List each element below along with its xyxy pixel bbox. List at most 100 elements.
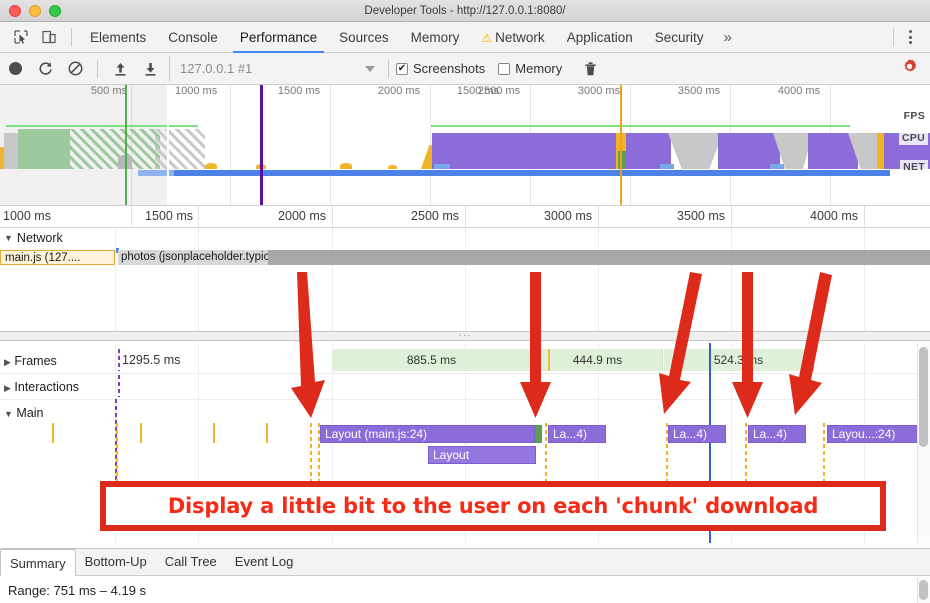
more-tabs-button[interactable]: »	[715, 22, 741, 53]
flame-event-layout-4[interactable]: La...4)	[748, 425, 806, 443]
clear-recording-icon[interactable]	[60, 56, 90, 82]
cpu-bump-loading	[388, 165, 397, 169]
profile-selector[interactable]: 127.0.0.1 #1	[169, 55, 381, 82]
checkbox-box-unchecked[interactable]	[498, 62, 511, 75]
main-marker-orange	[310, 423, 312, 483]
track-row-main[interactable]: ▼ Main	[4, 406, 44, 420]
overview-row-label-net: NET	[900, 160, 928, 174]
timeline-ruler: 1000 ms 1500 ms 2000 ms 2500 ms 3000 ms …	[0, 205, 930, 229]
track-label-frames: Frames	[14, 354, 57, 368]
overview-selection-edge[interactable]	[167, 103, 169, 205]
flame-event-layout-5[interactable]: Layou...:24)	[827, 425, 919, 443]
overview-marker-purple	[260, 85, 263, 205]
screenshots-checkbox[interactable]: Screenshots	[396, 61, 485, 76]
tab-network[interactable]: ⚠ Network	[470, 22, 555, 53]
tab-label: Network	[495, 29, 545, 45]
annotation-arrow-1	[291, 272, 325, 418]
tab-label: Security	[654, 29, 704, 45]
overview-marker-orange	[620, 85, 622, 205]
record-icon[interactable]	[0, 56, 30, 82]
frames-start-marker	[118, 349, 120, 371]
tab-sources[interactable]: Sources	[328, 22, 400, 53]
tab-console[interactable]: Console	[157, 22, 229, 53]
flame-event-layout-child[interactable]: Layout	[428, 446, 536, 464]
cpu-segment-hatched	[70, 129, 160, 169]
tab-elements[interactable]: Elements	[79, 22, 157, 53]
ruler-tick: 1500 ms	[145, 209, 193, 223]
toolbar-divider-2	[388, 59, 389, 78]
annotation-arrow-4	[732, 272, 763, 418]
main-marker-orange	[116, 423, 118, 483]
ruler-tick: 2500 ms	[411, 209, 459, 223]
network-request-main-js[interactable]: main.js (127....	[0, 250, 115, 265]
overview-row-label-fps: FPS	[900, 109, 928, 123]
summary-scrollbar-thumb[interactable]	[919, 580, 928, 600]
window-title: Developer Tools - http://127.0.0.1:8080/	[364, 4, 566, 17]
track-label-interactions: Interactions	[14, 380, 80, 394]
flame-scrollbar-thumb[interactable]	[919, 347, 928, 447]
flame-event-paint[interactable]	[535, 425, 542, 443]
overview-tick-3500: 3500 ms	[677, 85, 721, 97]
tab-event-log[interactable]: Event Log	[226, 548, 303, 575]
overview-tick-2000: 2000 ms	[377, 85, 421, 97]
toolbar-divider-1	[97, 59, 98, 78]
tab-summary[interactable]: Summary	[0, 549, 76, 576]
tab-label: Application	[566, 29, 633, 45]
annotation-arrow-5	[789, 272, 832, 415]
chevron-right-icon[interactable]: ▶	[4, 383, 11, 393]
summary-pane: Range: 751 ms – 4.19 s	[0, 577, 930, 603]
cpu-segment-painting	[18, 129, 70, 169]
tab-performance[interactable]: Performance	[229, 22, 328, 53]
net-bar	[174, 170, 890, 176]
tab-security[interactable]: Security	[644, 22, 715, 53]
main-marker-orange	[745, 423, 747, 483]
memory-checkbox[interactable]: Memory	[498, 61, 562, 76]
annotation-arrow-3	[659, 272, 702, 414]
save-profile-icon[interactable]	[135, 56, 165, 82]
flame-event-layout-1[interactable]: Layout (main.js:24)	[320, 425, 535, 443]
chevron-down-icon[interactable]	[365, 65, 375, 72]
track-row-interactions[interactable]: ▶ Interactions	[4, 380, 79, 394]
tab-call-tree[interactable]: Call Tree	[156, 548, 226, 575]
interactions-marker	[118, 375, 120, 397]
chevron-down-icon[interactable]: ▼	[4, 409, 13, 419]
summary-range: Range: 751 ms – 4.19 s	[8, 583, 147, 598]
network-section-title: Network	[16, 231, 63, 245]
tab-memory[interactable]: Memory	[400, 22, 471, 53]
flame-event-layout-2[interactable]: La...4)	[548, 425, 606, 443]
gear-icon[interactable]	[901, 58, 918, 79]
kebab-menu-icon[interactable]	[901, 30, 920, 44]
inspect-element-icon[interactable]	[8, 25, 34, 49]
tab-label: Console	[168, 29, 218, 45]
network-request-photos-download[interactable]	[268, 250, 930, 265]
main-marker	[213, 423, 215, 443]
details-tabbar: Summary Bottom-Up Call Tree Event Log	[0, 548, 930, 576]
frame-box[interactable]: 885.5 ms	[332, 349, 532, 371]
tab-application[interactable]: Application	[556, 22, 644, 53]
memory-label: Memory	[515, 61, 563, 76]
devtools-window: Developer Tools - http://127.0.0.1:8080/…	[0, 0, 930, 603]
load-profile-icon[interactable]	[105, 56, 135, 82]
ruler-tick: 2000 ms	[278, 209, 326, 223]
cpu-bump-loading	[340, 163, 352, 169]
track-row-frames[interactable]: ▶ Frames	[4, 354, 57, 368]
overview-marker-green	[125, 85, 127, 205]
collect-garbage-icon[interactable]	[575, 56, 605, 82]
device-toolbar-icon[interactable]	[36, 25, 62, 49]
network-request-photos[interactable]: photos (jsonplaceholder.typicode.com)	[118, 250, 268, 265]
devtools-tabbar: Elements Console Performance Sources Mem…	[0, 22, 930, 53]
cpu-segment-idle	[4, 133, 18, 169]
fps-bar	[6, 125, 198, 127]
chevron-down-icon[interactable]: ▼	[4, 233, 13, 243]
tab-bottom-up[interactable]: Bottom-Up	[76, 548, 156, 575]
timeline-overview[interactable]: 500 ms 1000 ms 1500 ms 1500 ms 2000 ms 2…	[0, 85, 930, 205]
overview-tick-2500: 2500 ms	[477, 85, 521, 97]
main-marker	[266, 423, 268, 443]
flame-event-layout-3[interactable]: La...4)	[668, 425, 726, 443]
checkbox-box-checked[interactable]	[396, 62, 408, 75]
track-label-main: Main	[16, 406, 44, 420]
chevron-right-icon[interactable]: ▶	[4, 357, 11, 367]
cpu-segment-idle	[668, 133, 723, 169]
annotation-callout: Display a little bit to the user on each…	[100, 481, 886, 531]
reload-and-record-icon[interactable]	[30, 56, 60, 82]
